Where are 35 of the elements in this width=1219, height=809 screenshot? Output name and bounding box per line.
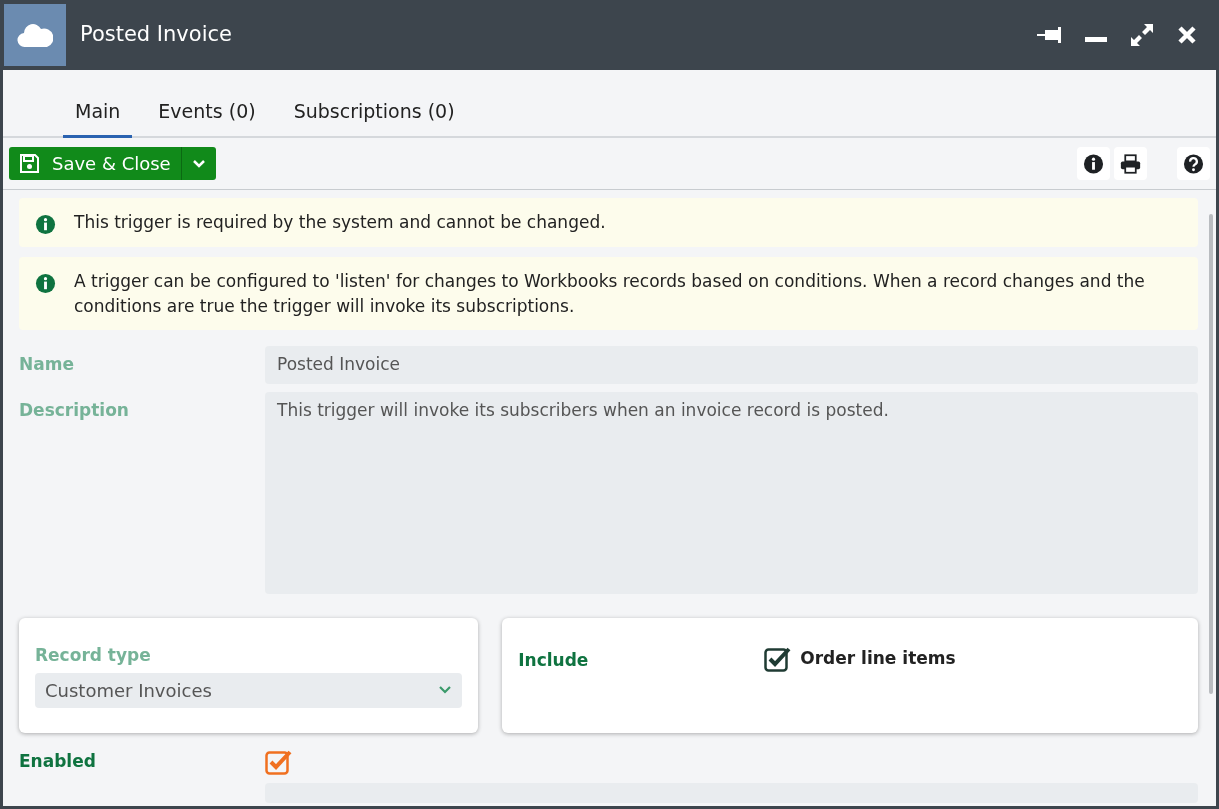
print-button[interactable]	[1114, 147, 1147, 180]
close-icon[interactable]	[1177, 25, 1197, 45]
tab[interactable]: Main	[63, 96, 133, 138]
tab[interactable]: Subscriptions (0)	[281, 96, 467, 138]
printer-icon	[1120, 152, 1141, 175]
description-field: This trigger will invoke its subscribers when an invoice record is posted.	[265, 391, 1198, 594]
record-type-select[interactable]: Customer Invoices	[35, 672, 463, 708]
notice-text: A trigger can be configured to 'listen' for changes to Workbooks records based on conditions. When a record changes and the conditions are true the trigger will invoke its subscriptions.	[74, 270, 1146, 318]
field-label: Include	[518, 648, 590, 672]
enabled-checkbox[interactable]	[265, 748, 293, 775]
info-button[interactable]	[1077, 147, 1110, 180]
checkbox-icon	[265, 748, 293, 775]
notice-text: This trigger is required by the system and cannot be changed.	[74, 211, 606, 234]
info-icon	[35, 214, 56, 235]
expand-icon[interactable]	[1129, 22, 1155, 48]
checkbox-icon	[764, 645, 793, 672]
field-label: Record type	[35, 644, 152, 668]
field-label: Description	[19, 398, 130, 422]
window-title: Posted Invoice	[80, 21, 233, 49]
save-close-button[interactable]: Save & Close	[9, 147, 181, 180]
dropdown-button[interactable]	[180, 147, 216, 180]
help-button[interactable]	[1177, 147, 1210, 180]
info-icon	[1083, 152, 1104, 175]
field-label: Name	[19, 353, 75, 377]
caret-icon	[191, 158, 206, 169]
help-icon	[1183, 152, 1204, 175]
app-icon	[4, 4, 66, 66]
chevron-icon	[438, 685, 453, 696]
pin-icon[interactable]	[1037, 25, 1063, 45]
include-checkbox[interactable]: Order line items	[764, 641, 956, 672]
name-field: Posted Invoice	[265, 346, 1198, 384]
field-label: Enabled	[19, 750, 97, 774]
info-icon	[35, 273, 56, 294]
tab[interactable]: Events (0)	[146, 96, 268, 138]
floppy-icon	[19, 153, 40, 174]
